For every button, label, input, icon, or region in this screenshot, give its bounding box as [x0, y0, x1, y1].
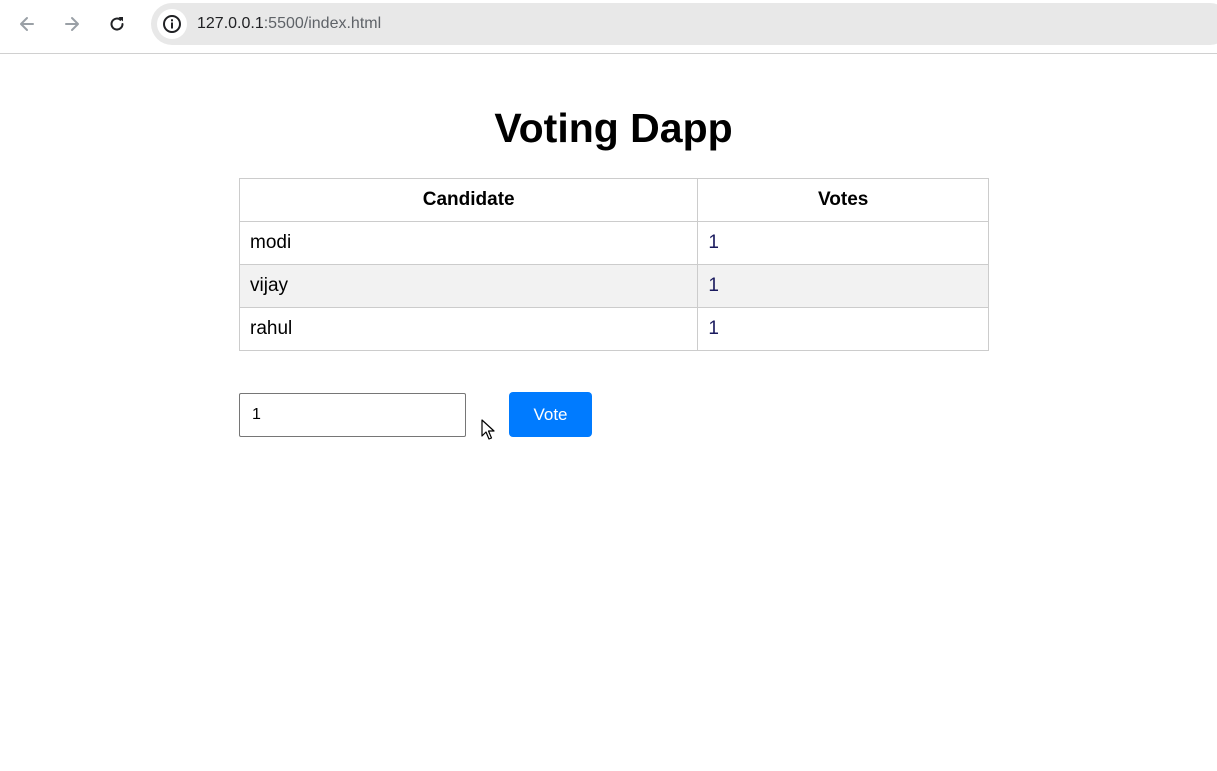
candidate-name: rahul [238, 307, 699, 351]
forward-button[interactable] [57, 9, 87, 39]
table-row: modi 1 [238, 221, 989, 265]
arrow-right-icon [65, 17, 79, 31]
vote-count: 1 [697, 307, 989, 351]
vote-count: 1 [697, 221, 989, 265]
reload-icon [110, 17, 124, 31]
column-header-candidate: Candidate [238, 178, 699, 222]
table-row: rahul 1 [238, 307, 989, 351]
address-bar[interactable]: 127.0.0.1:5500/index.html [151, 3, 1217, 45]
vote-button[interactable]: Vote [509, 392, 592, 437]
info-icon [163, 15, 181, 33]
url-host: 127.0.0.1 [197, 15, 264, 32]
column-header-votes: Votes [697, 178, 989, 222]
candidate-name: vijay [238, 264, 699, 308]
reload-button[interactable] [102, 9, 132, 39]
page-title: Voting Dapp [494, 105, 733, 151]
site-info-button[interactable] [157, 9, 187, 39]
candidate-id-input[interactable] [239, 393, 466, 437]
url-path: :5500/index.html [263, 15, 382, 32]
mouse-cursor-icon [481, 419, 495, 440]
candidates-table: Candidate Votes modi 1 vijay 1 rahul 1 [238, 178, 989, 351]
arrow-left-icon [20, 17, 34, 31]
candidate-name: modi [238, 221, 699, 265]
url-text[interactable]: 127.0.0.1:5500/index.html [197, 15, 381, 33]
vote-count: 1 [697, 264, 989, 308]
back-button[interactable] [12, 9, 42, 39]
table-row: vijay 1 [238, 264, 989, 308]
table-header-row: Candidate Votes [238, 178, 989, 222]
browser-toolbar: 127.0.0.1:5500/index.html [0, 0, 1217, 54]
